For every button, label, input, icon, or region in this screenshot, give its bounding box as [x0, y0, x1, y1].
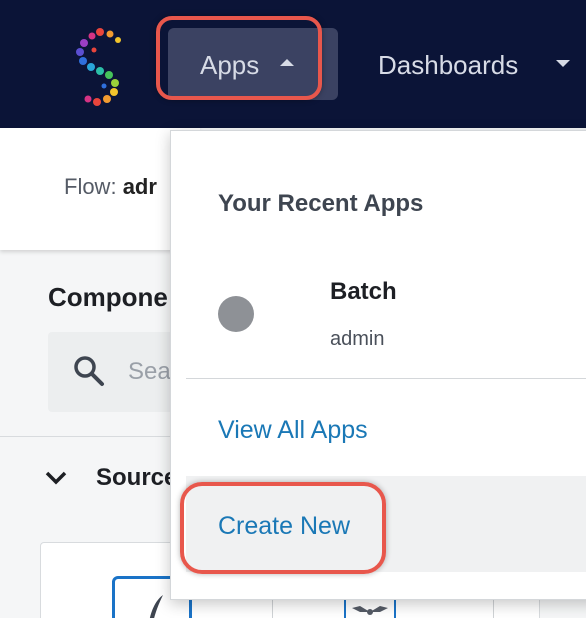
search-placeholder: Sea — [128, 358, 171, 385]
flow-prefix: Flow: — [64, 174, 117, 199]
logo-icon[interactable] — [70, 26, 132, 106]
sources-section-label[interactable]: Source — [96, 464, 177, 492]
search-icon — [74, 356, 104, 386]
flow-label: Flow: adr — [64, 174, 157, 200]
chevron-down-icon[interactable] — [44, 468, 68, 488]
recent-app-owner: admin — [330, 328, 385, 350]
menu-divider — [186, 378, 586, 379]
app-status-dot-icon — [218, 296, 254, 332]
wings-icon — [352, 606, 388, 615]
components-title: Compone — [48, 282, 168, 312]
highlight-apps — [156, 16, 322, 100]
recent-app-name[interactable]: Batch — [330, 278, 397, 306]
recent-apps-heading: Your Recent Apps — [218, 190, 424, 217]
view-all-apps-link[interactable]: View All Apps — [218, 416, 368, 445]
flow-name: adr — [122, 174, 157, 199]
nav-dashboards-button[interactable]: Dashboards — [378, 50, 518, 81]
caret-down-icon[interactable] — [556, 60, 570, 67]
highlight-create-new — [180, 482, 386, 574]
